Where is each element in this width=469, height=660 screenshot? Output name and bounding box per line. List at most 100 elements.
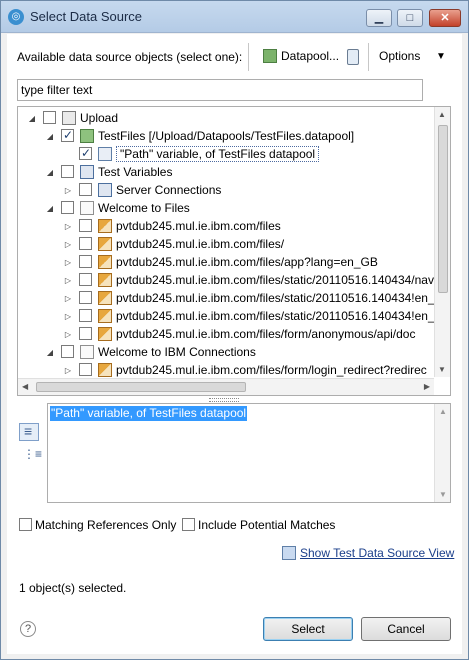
tree-item-checkbox[interactable] <box>43 111 56 124</box>
collapsed-twisty-icon[interactable]: ▷ <box>63 290 73 308</box>
tree-item-label: pvtdub245.mul.ie.ibm.com/files/static/20… <box>116 273 434 287</box>
cancel-button[interactable]: Cancel <box>361 617 451 641</box>
checkbox-box[interactable] <box>19 518 32 531</box>
splitter-handle[interactable] <box>209 398 239 402</box>
tree-item[interactable]: "Path" variable, of TestFiles datapool <box>63 144 320 163</box>
tree-item-checkbox[interactable] <box>79 255 92 268</box>
collapsed-twisty-icon[interactable]: ▷ <box>63 308 73 326</box>
matching-references-only-checkbox[interactable]: Matching References Only <box>19 518 176 532</box>
collapsed-twisty-icon[interactable]: ▷ <box>63 182 73 200</box>
http-request-icon <box>98 327 112 341</box>
test-variables-icon <box>80 165 94 179</box>
link-datapool-icon[interactable] <box>347 49 359 65</box>
detail-pane[interactable]: "Path" variable, of TestFiles datapool ▲… <box>47 403 451 503</box>
scroll-down-icon[interactable]: ▼ <box>439 490 447 499</box>
tree-item-checkbox[interactable] <box>79 291 92 304</box>
options-button[interactable]: Options <box>379 49 420 63</box>
collapsed-twisty-icon[interactable]: ▷ <box>63 326 73 344</box>
expanded-twisty-icon[interactable]: ◢ <box>45 200 55 218</box>
expanded-twisty-icon[interactable]: ◢ <box>45 164 55 182</box>
tree-item[interactable]: ◢ Test Variables <box>45 163 172 181</box>
status-text: 1 object(s) selected. <box>19 581 127 595</box>
show-view-link-row[interactable]: Show Test Data Source View <box>282 546 454 560</box>
http-request-icon <box>98 273 112 287</box>
scroll-up-icon[interactable]: ▲ <box>438 110 446 119</box>
collapsed-twisty-icon[interactable]: ▷ <box>63 236 73 254</box>
tree-item-checkbox[interactable] <box>79 183 92 196</box>
tree-vertical-scrollbar[interactable]: ▲ ▼ <box>434 107 450 377</box>
expanded-twisty-icon[interactable]: ◢ <box>45 128 55 146</box>
collapsed-twisty-icon[interactable]: ▷ <box>63 254 73 272</box>
title-bar: ◎ Select Data Source ▁ □ ✕ <box>1 1 468 33</box>
http-request-icon <box>98 291 112 305</box>
minimize-button[interactable]: ▁ <box>366 9 392 27</box>
tree-item[interactable]: ▷ pvtdub245.mul.ie.ibm.com/files/form/log… <box>63 361 427 379</box>
maximize-button[interactable]: □ <box>397 9 423 27</box>
checkbox-box[interactable] <box>182 518 195 531</box>
http-request-icon <box>98 219 112 233</box>
datapool-button[interactable]: Datapool... <box>257 49 339 63</box>
tree-item-label: Server Connections <box>116 183 222 197</box>
help-icon[interactable]: ? <box>20 621 36 637</box>
tree-item-checkbox[interactable] <box>79 363 92 376</box>
chevron-down-icon[interactable]: ▼ <box>436 51 446 62</box>
scroll-left-icon[interactable]: ◀ <box>22 382 28 391</box>
show-test-data-source-view-link[interactable]: Show Test Data Source View <box>300 546 454 560</box>
tree-item-label: pvtdub245.mul.ie.ibm.com/files/ <box>116 237 285 251</box>
scroll-up-icon[interactable]: ▲ <box>439 407 447 416</box>
tree-item[interactable]: ◢ Welcome to IBM Connections <box>45 343 256 361</box>
include-potential-matches-checkbox[interactable]: Include Potential Matches <box>182 518 335 532</box>
tree-horizontal-scrollbar[interactable]: ◀ ▶ <box>18 378 434 395</box>
http-request-icon <box>98 363 112 377</box>
datapool-icon <box>263 49 277 63</box>
tree-item[interactable]: ◢ Welcome to Files <box>45 199 190 217</box>
detail-scrollbar[interactable]: ▲ ▼ <box>434 404 450 502</box>
tree-item[interactable]: ▷ pvtdub245.mul.ie.ibm.com/files/static/2… <box>63 289 435 307</box>
expanded-twisty-icon[interactable]: ◢ <box>45 344 55 362</box>
select-button[interactable]: Select <box>263 617 353 641</box>
tree-item[interactable]: ▷ pvtdub245.mul.ie.ibm.com/files/form/ano… <box>63 325 415 343</box>
tree-item-checkbox[interactable] <box>79 327 92 340</box>
tree-item-label: pvtdub245.mul.ie.ibm.com/files/form/logi… <box>116 363 427 377</box>
text-view-icon[interactable] <box>19 423 39 441</box>
collapsed-twisty-icon[interactable]: ▷ <box>63 272 73 290</box>
tree-item-checkbox[interactable] <box>79 309 92 322</box>
tree-view-icon[interactable]: ⋮≡ <box>23 447 42 461</box>
page-icon <box>80 201 94 215</box>
filter-input[interactable] <box>17 79 423 101</box>
tree-item-checkbox[interactable] <box>79 237 92 250</box>
matching-references-only-label: Matching References Only <box>35 518 177 532</box>
tree-item-checkbox[interactable] <box>61 345 74 358</box>
collapsed-twisty-icon[interactable]: ▷ <box>63 218 73 236</box>
datapool-button-label: Datapool... <box>281 49 340 63</box>
scroll-down-icon[interactable]: ▼ <box>438 365 446 374</box>
tree-item[interactable]: ▷ pvtdub245.mul.ie.ibm.com/files/ <box>63 235 284 253</box>
scroll-right-icon[interactable]: ▶ <box>424 382 430 391</box>
scroll-thumb[interactable] <box>438 125 448 293</box>
scroll-thumb[interactable] <box>36 382 246 392</box>
tree-item[interactable]: ▷ pvtdub245.mul.ie.ibm.com/files/static/2… <box>63 271 434 289</box>
tree-item-checkbox[interactable] <box>79 219 92 232</box>
tree-item[interactable]: ◢ Upload <box>27 109 118 127</box>
tree-item[interactable]: ▷ Server Connections <box>63 181 221 199</box>
tree-item-checkbox[interactable] <box>61 126 74 144</box>
tree-item-label: TestFiles [/Upload/Datapools/TestFiles.d… <box>98 129 355 143</box>
expanded-twisty-icon[interactable]: ◢ <box>27 110 37 128</box>
close-button[interactable]: ✕ <box>429 9 461 27</box>
tree-item[interactable]: ▷ pvtdub245.mul.ie.ibm.com/files/static/2… <box>63 307 435 325</box>
tree-item-checkbox[interactable] <box>61 201 74 214</box>
tree-item-label: pvtdub245.mul.ie.ibm.com/files/form/anon… <box>116 327 416 341</box>
datapool-icon <box>80 129 94 143</box>
app-icon: ◎ <box>8 9 24 25</box>
tree-item[interactable]: ▷ pvtdub245.mul.ie.ibm.com/files/app?lang… <box>63 253 378 271</box>
toolbar-separator <box>368 43 369 71</box>
tree-item[interactable]: ▷ pvtdub245.mul.ie.ibm.com/files <box>63 217 281 235</box>
detail-text: "Path" variable, of TestFiles datapool <box>50 406 248 421</box>
tree-item-checkbox[interactable] <box>79 273 92 286</box>
tree-item-label: pvtdub245.mul.ie.ibm.com/files/static/20… <box>116 291 435 305</box>
view-icon <box>282 546 296 560</box>
tree-item[interactable]: ◢ TestFiles [/Upload/Datapools/TestFiles.… <box>45 126 355 146</box>
tree-item-checkbox[interactable] <box>79 144 92 162</box>
tree-item-checkbox[interactable] <box>61 165 74 178</box>
http-request-icon <box>98 255 112 269</box>
